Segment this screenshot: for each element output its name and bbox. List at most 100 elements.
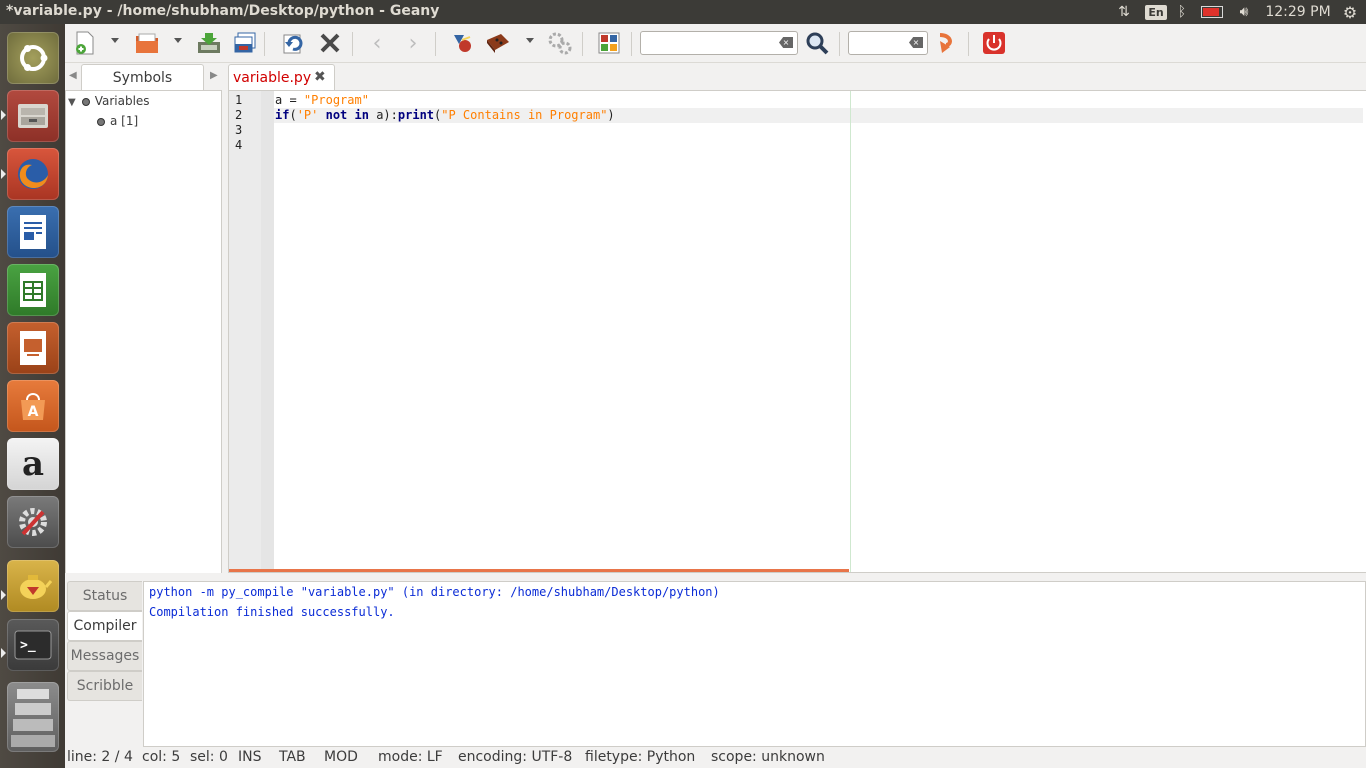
network-icon[interactable]: ⇅ [1112,0,1136,24]
tab-messages[interactable]: Messages [67,641,142,671]
line-number: 4 [235,138,243,152]
build-icon[interactable] [484,30,512,56]
tab-close-icon[interactable]: ✖ [314,69,326,85]
code-line-1: a = "Program" [275,93,369,107]
tab-compiler[interactable]: Compiler [67,611,142,641]
tree-group-label: Variables [94,94,150,108]
goto-line-input[interactable]: × [848,31,928,55]
execute-icon[interactable] [546,30,574,56]
top-panel: *variable.py - /home/shubham/Desktop/pyt… [0,0,1366,24]
tab-variable-py-label: variable.py [233,70,312,86]
sidebar-tab-prev-icon[interactable]: ◀ [69,70,77,81]
launcher: A a >_ [0,24,65,768]
status-encoding: encoding: UTF-8 [458,749,573,765]
workspace-switcher-icon[interactable] [7,682,59,752]
compiler-output-line: Compilation finished successfully. [149,605,395,619]
clock[interactable]: 12:29 PM [1262,0,1334,24]
save-icon[interactable] [195,30,223,56]
status-col: col: 5 [142,749,181,765]
status-filetype: filetype: Python [585,749,696,765]
system-settings-icon[interactable] [7,496,59,548]
tree-item-label: a [1] [110,114,139,128]
open-file-icon[interactable] [133,30,161,56]
line-number: 1 [235,93,243,107]
terminal-icon[interactable]: >_ [7,619,59,671]
libreoffice-writer-icon[interactable] [7,206,59,258]
tree-group-variables[interactable]: ▼ Variables [68,94,150,108]
open-file-dropdown[interactable] [174,38,182,43]
long-line-marker [850,91,851,572]
status-tab: TAB [279,749,306,765]
sidebar-tabs: ◀ Symbols ▶ [65,62,221,91]
amazon-icon[interactable]: a [7,438,59,490]
code-editor[interactable]: 1 2 3 4 a = "Program" if('P' not in a):p… [228,90,1366,573]
firefox-icon[interactable] [7,148,59,200]
reload-icon[interactable] [279,30,307,56]
horizontal-scrollbar[interactable] [229,569,849,572]
keyboard-layout-indicator[interactable]: En [1145,0,1167,24]
volume-icon[interactable]: 🔊︎ [1232,0,1256,24]
color-chooser-icon[interactable] [595,30,623,56]
code-line-2: if('P' not in a):print("P Contains in Pr… [275,108,615,122]
search-input[interactable]: × [640,31,798,55]
compiler-output[interactable]: python -m py_compile "variable.py" (in d… [143,581,1366,747]
tab-scribble-label: Scribble [76,678,134,694]
files-icon[interactable] [7,90,59,142]
quit-icon[interactable] [980,30,1008,56]
line-number-margin: 1 2 3 4 [229,91,261,572]
svg-text:>_: >_ [20,638,36,653]
tab-scribble[interactable]: Scribble [67,671,142,701]
status-sel: sel: 0 [190,749,228,765]
bluetooth-icon[interactable]: ᛒ [1172,0,1192,24]
tab-status-label: Status [82,588,128,604]
new-file-icon[interactable] [71,30,99,56]
pane-splitter[interactable] [65,573,1366,581]
search-clear-icon[interactable]: × [779,37,793,48]
software-center-icon[interactable]: A [7,380,59,432]
save-all-icon[interactable] [231,30,259,56]
compile-icon[interactable] [448,30,476,56]
tab-variable-py[interactable]: variable.py ✖ [228,64,335,91]
status-mod: MOD [324,749,358,765]
jump-to-line-icon[interactable] [932,30,960,56]
svg-text:A: A [28,404,39,420]
clock-label: 12:29 PM [1265,4,1331,20]
tab-messages-label: Messages [70,648,140,664]
close-file-icon[interactable] [316,30,344,56]
tree-item-a[interactable]: a [1] [97,114,138,128]
status-mode: mode: LF [378,749,443,765]
battery-icon[interactable] [1198,0,1226,24]
goto-clear-icon[interactable]: × [909,37,923,48]
tab-symbols-label: Symbols [112,70,173,86]
toolbar: ‹ › × × [65,24,1366,63]
sidebar-tab-next-icon[interactable]: ▶ [210,70,218,81]
session-gear-icon[interactable]: ⚙ [1338,0,1362,24]
status-bar: line: 2 / 4 col: 5 sel: 0 INS TAB MOD mo… [65,747,1366,768]
status-ins: INS [238,749,262,765]
symbols-tree: ▼ Variables a [1] [65,90,222,575]
editor-tabs: variable.py ✖ [228,62,1366,91]
expander-icon[interactable]: ▼ [68,97,76,108]
search-icon[interactable] [803,30,831,56]
tab-status[interactable]: Status [67,581,142,611]
variable-icon [97,117,105,126]
keyboard-layout-label: En [1145,4,1167,20]
variable-icon [81,97,90,106]
tab-symbols[interactable]: Symbols [81,64,204,91]
tab-compiler-label: Compiler [73,618,137,634]
geany-icon[interactable] [7,560,59,612]
back-icon[interactable]: ‹ [363,30,391,56]
new-file-dropdown[interactable] [111,38,119,43]
forward-icon[interactable]: › [399,30,427,56]
line-number: 3 [235,123,243,137]
status-line: line: 2 / 4 [67,749,133,765]
line-number: 2 [235,108,243,122]
libreoffice-calc-icon[interactable] [7,264,59,316]
status-scope: scope: unknown [711,749,825,765]
build-dropdown[interactable] [526,38,534,43]
ubuntu-dash-icon[interactable] [7,32,59,84]
message-window-tabs: Status Compiler Messages Scribble [65,581,143,747]
fold-margin [261,91,274,572]
libreoffice-impress-icon[interactable] [7,322,59,374]
compiler-output-line: python -m py_compile "variable.py" (in d… [149,585,720,599]
